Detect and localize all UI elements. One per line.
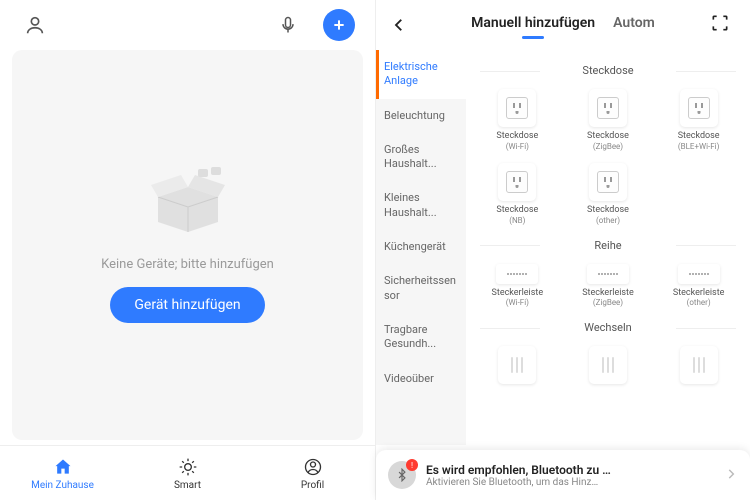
device-switch-3[interactable] xyxy=(653,342,744,392)
profile-tab-icon xyxy=(302,456,324,478)
outlet-icon xyxy=(589,163,627,201)
back-button[interactable] xyxy=(390,16,416,34)
outlet-icon xyxy=(589,89,627,127)
sidebar-item-electrical[interactable]: Elektrische Anlage xyxy=(376,50,466,99)
device-strip-zigbee[interactable]: Steckerleiste (ZigBee) xyxy=(563,260,654,316)
notice-subtitle: Aktivieren Sie Bluetooth, um das Hinz… xyxy=(426,477,714,488)
tab-profile[interactable]: Profil xyxy=(250,446,375,500)
sidebar-item-small-appliance[interactable]: Kleines Haushalt... xyxy=(376,181,466,230)
power-strip-icon xyxy=(678,264,720,284)
category-sidebar: Elektrische Anlage Beleuchtung Großes Ha… xyxy=(376,50,466,445)
outlet-icon xyxy=(680,89,718,127)
add-device-plus-button[interactable] xyxy=(323,9,355,41)
home-header xyxy=(0,0,375,50)
empty-box-illustration xyxy=(143,167,233,237)
power-strip-icon xyxy=(496,264,538,284)
notice-text: Es wird empfohlen, Bluetooth zu … Aktivi… xyxy=(426,463,714,488)
outlet-icon xyxy=(498,89,536,127)
device-socket-nb[interactable]: Steckdose (NB) xyxy=(472,159,563,233)
chevron-right-icon[interactable] xyxy=(724,466,738,485)
section-title-switch: Wechseln xyxy=(472,321,744,334)
tab-home-label: Mein Zuhause xyxy=(31,480,94,491)
section-title-row: Reihe xyxy=(472,239,744,252)
device-socket-wifi[interactable]: Steckdose (Wi-Fi) xyxy=(472,85,563,159)
tab-home[interactable]: Mein Zuhause xyxy=(0,446,125,500)
alert-badge-icon: ! xyxy=(406,459,418,471)
sidebar-item-large-appliance[interactable]: Großes Haushalt... xyxy=(376,133,466,182)
switch-icon xyxy=(589,346,627,384)
sidebar-item-kitchen[interactable]: Küchengerät xyxy=(376,230,466,264)
power-strip-icon xyxy=(587,264,629,284)
device-strip-wifi[interactable]: Steckerleiste (Wi-Fi) xyxy=(472,260,563,316)
sidebar-item-video[interactable]: Videoüber xyxy=(376,362,466,396)
tab-auto-add[interactable]: Autom xyxy=(613,15,655,35)
device-socket-zigbee[interactable]: Steckdose (ZigBee) xyxy=(563,85,654,159)
tab-smart-label: Smart xyxy=(174,480,201,491)
sidebar-item-wearable[interactable]: Tragbare Gesundh... xyxy=(376,313,466,362)
empty-state-text: Keine Geräte; bitte hinzufügen xyxy=(101,257,274,272)
add-header: Manuell hinzufügen Autom xyxy=(376,0,750,50)
switch-icon xyxy=(680,346,718,384)
device-socket-ble-wifi[interactable]: Steckdose (BLE+Wi-Fi) xyxy=(653,85,744,159)
notice-title: Es wird empfohlen, Bluetooth zu … xyxy=(426,463,714,477)
bluetooth-notice[interactable]: ! Es wird empfohlen, Bluetooth zu … Akti… xyxy=(376,450,750,500)
home-screen: Keine Geräte; bitte hinzufügen Gerät hin… xyxy=(0,0,375,500)
empty-state-panel: Keine Geräte; bitte hinzufügen Gerät hin… xyxy=(12,50,363,440)
add-device-screen: Manuell hinzufügen Autom Elektrische Anl… xyxy=(375,0,750,500)
add-device-button[interactable]: Gerät hinzufügen xyxy=(110,287,264,323)
profile-icon[interactable] xyxy=(20,10,50,40)
section-title-socket: Steckdose xyxy=(472,64,744,77)
sidebar-item-lighting[interactable]: Beleuchtung xyxy=(376,99,466,133)
tab-manual-add[interactable]: Manuell hinzufügen xyxy=(471,15,595,35)
home-icon xyxy=(52,456,74,478)
sidebar-item-security[interactable]: Sicherheitssensor xyxy=(376,264,466,313)
tab-smart[interactable]: Smart xyxy=(125,446,250,500)
bottom-tab-bar: Mein Zuhause Smart Profil xyxy=(0,445,375,500)
scan-icon[interactable] xyxy=(710,13,736,37)
outlet-icon xyxy=(498,163,536,201)
device-switch-2[interactable] xyxy=(563,342,654,392)
switch-icon xyxy=(498,346,536,384)
device-strip-other[interactable]: Steckerleiste (other) xyxy=(653,260,744,316)
device-type-list: Steckdose Steckdose (Wi-Fi) Steckdose (Z… xyxy=(466,50,750,445)
tab-profile-label: Profil xyxy=(301,480,324,491)
bluetooth-icon: ! xyxy=(388,461,416,489)
device-socket-other[interactable]: Steckdose (other) xyxy=(563,159,654,233)
microphone-icon[interactable] xyxy=(273,10,303,40)
add-device-body: Elektrische Anlage Beleuchtung Großes Ha… xyxy=(376,50,750,445)
device-switch-1[interactable] xyxy=(472,342,563,392)
smart-icon xyxy=(177,456,199,478)
